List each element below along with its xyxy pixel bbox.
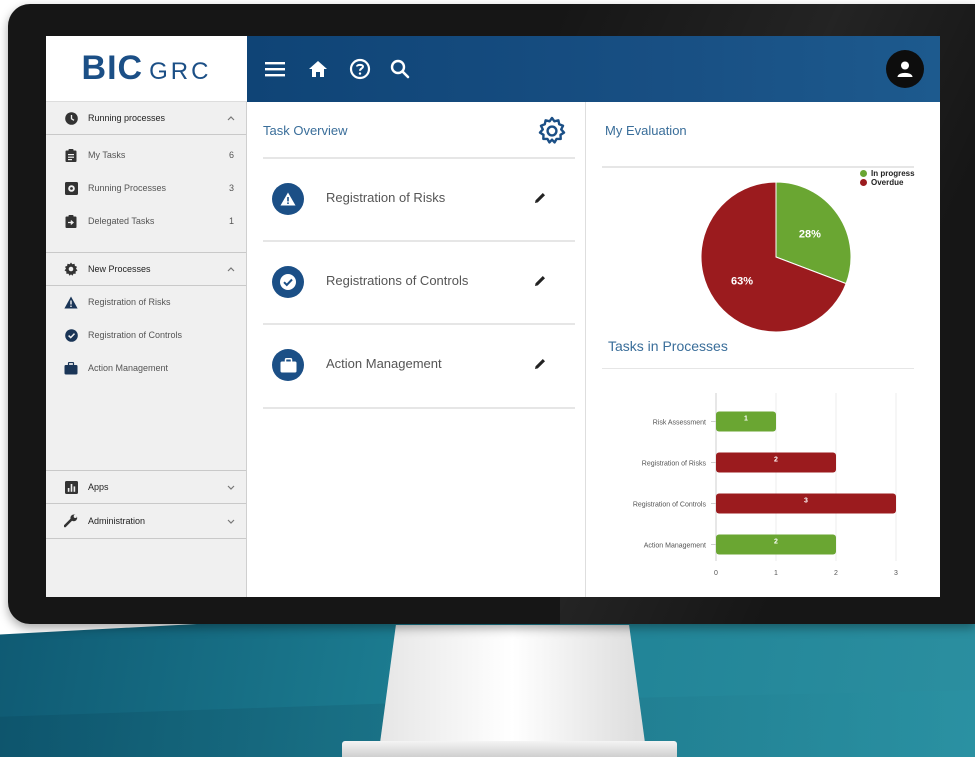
legend-label: Overdue — [871, 178, 904, 187]
warning-icon — [272, 183, 304, 215]
menu-icon[interactable] — [261, 55, 289, 83]
clipboard-icon — [64, 148, 78, 162]
logo-subtext: GRC — [149, 57, 212, 85]
gear-icon — [64, 262, 78, 276]
divider — [602, 368, 914, 369]
divider — [46, 538, 246, 539]
home-icon[interactable] — [304, 55, 332, 83]
sidebar-item-label: Running Processes — [88, 183, 167, 193]
task-label: Registration of Risks — [326, 190, 446, 205]
x-tick-label: 3 — [894, 570, 898, 577]
sidebar-section-administration[interactable]: Administration — [46, 505, 246, 537]
edit-pencil-icon[interactable] — [533, 274, 547, 288]
logo[interactable]: BIC GRC — [46, 36, 247, 102]
divider — [46, 503, 246, 504]
y-category-label: Risk Assessment — [653, 420, 706, 427]
task-row-action-management[interactable]: Action Management — [269, 323, 579, 405]
sidebar-section-label: Running processes — [88, 113, 166, 123]
legend-label: In progress — [871, 169, 915, 178]
check-circle-icon — [64, 328, 78, 342]
edit-pencil-icon[interactable] — [533, 191, 547, 205]
sidebar-item-action-management[interactable]: Action Management — [46, 352, 246, 384]
count-badge: 6 — [228, 150, 234, 160]
task-row-registration-of-risks[interactable]: Registration of Risks — [269, 157, 579, 239]
sidebar-item-delegated-tasks[interactable]: Delegated Tasks 1 — [46, 205, 246, 237]
sidebar-item-registration-of-controls[interactable]: Registration of Controls — [46, 319, 246, 351]
legend-swatch — [860, 179, 867, 186]
chevron-down-icon[interactable] — [226, 482, 236, 492]
pie-data-label: 63% — [731, 275, 753, 287]
chevron-down-icon[interactable] — [226, 516, 236, 526]
app-screen: BIC GRC Running processes My Tasks 6 Run… — [46, 36, 940, 597]
sidebar-item-label: My Tasks — [88, 150, 126, 160]
sidebar-section-new[interactable]: New Processes — [46, 253, 246, 285]
task-overview-title: Task Overview — [263, 123, 348, 138]
y-category-label: Registration of Controls — [633, 502, 707, 509]
count-badge: 3 — [228, 183, 234, 193]
task-label: Action Management — [326, 356, 442, 371]
divider — [602, 166, 914, 168]
sidebar-section-label: New Processes — [88, 264, 151, 274]
pie-chart: 28% 63% — [700, 181, 852, 333]
pie-data-label: 28% — [799, 229, 821, 241]
sidebar-section-apps[interactable]: Apps — [46, 471, 246, 503]
tasks-in-processes-title: Tasks in Processes — [608, 338, 728, 354]
promo-stage: BIC GRC Running processes My Tasks 6 Run… — [0, 0, 975, 757]
legend-swatch — [860, 170, 867, 177]
sidebar-item-my-tasks[interactable]: My Tasks 6 — [46, 139, 246, 171]
monitor-stand — [380, 625, 645, 743]
bar-value-label: 2 — [774, 457, 778, 464]
sidebar-item-running-processes[interactable]: Running Processes 3 — [46, 172, 246, 204]
task-label: Registrations of Controls — [326, 273, 469, 288]
search-icon[interactable] — [386, 55, 414, 83]
briefcase-icon — [64, 361, 78, 375]
logo-text: BIC — [81, 49, 144, 87]
bar-value-label: 1 — [744, 416, 748, 423]
x-tick-label: 2 — [834, 570, 838, 577]
x-tick-label: 1 — [774, 570, 778, 577]
top-bar — [247, 36, 940, 102]
y-category-label: Action Management — [644, 543, 706, 550]
evaluation-panel: My Evaluation In progress Overdue 28% 63%… — [585, 102, 940, 597]
settings-gear-icon[interactable] — [537, 116, 567, 146]
task-row-registrations-of-controls[interactable]: Registrations of Controls — [269, 240, 579, 322]
edit-pencil-icon[interactable] — [533, 357, 547, 371]
task-overview-panel: Task Overview Registration of Risks Regi… — [247, 102, 585, 597]
clock-icon — [64, 111, 78, 125]
evaluation-title: My Evaluation — [605, 123, 687, 138]
legend-item: In progress — [860, 169, 915, 178]
sidebar-section-running[interactable]: Running processes — [46, 102, 246, 134]
pie-legend: In progress Overdue — [860, 169, 915, 187]
gear-icon — [64, 181, 78, 195]
sidebar-section-label: Apps — [88, 482, 109, 492]
legend-item: Overdue — [860, 178, 915, 187]
divider — [263, 407, 575, 409]
bar-chart: 0 1 2 3 Risk Assessment 1 Registration of Risk… — [633, 393, 898, 577]
monitor-stand-base — [342, 741, 677, 757]
chevron-up-icon[interactable] — [226, 264, 236, 274]
delegate-icon — [64, 214, 78, 228]
divider — [46, 134, 246, 135]
sidebar-item-label: Registration of Risks — [88, 297, 171, 307]
warning-icon — [64, 295, 78, 309]
y-category-label: Registration of Risks — [642, 461, 707, 468]
briefcase-icon — [272, 349, 304, 381]
chevron-up-icon[interactable] — [226, 113, 236, 123]
sidebar-item-registration-of-risks[interactable]: Registration of Risks — [46, 286, 246, 318]
check-circle-icon — [272, 266, 304, 298]
bar-value-label: 2 — [774, 539, 778, 546]
sidebar-section-label: Administration — [88, 516, 146, 526]
sidebar: Running processes My Tasks 6 Running Pro… — [46, 102, 247, 597]
count-badge: 1 — [228, 216, 234, 226]
wrench-icon — [64, 514, 78, 528]
sidebar-item-label: Delegated Tasks — [88, 216, 155, 226]
x-tick-label: 0 — [714, 570, 718, 577]
help-icon[interactable] — [346, 55, 374, 83]
user-avatar-icon[interactable] — [886, 50, 924, 88]
sidebar-item-label: Action Management — [88, 363, 169, 373]
chart-icon — [64, 480, 78, 494]
sidebar-item-label: Registration of Controls — [88, 330, 183, 340]
bar-value-label: 3 — [804, 498, 808, 505]
